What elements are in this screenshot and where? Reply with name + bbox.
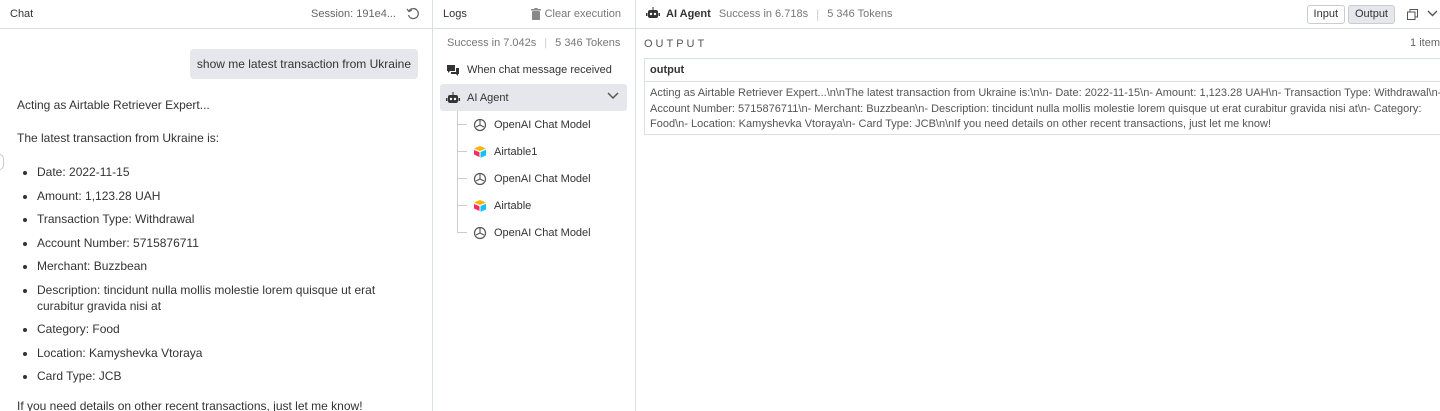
tree-item-airtable1[interactable]: Airtable1 [473, 138, 627, 165]
list-item: Transaction Type: Withdrawal [37, 211, 417, 227]
list-item: Category: Food [37, 321, 417, 337]
agent-output-panel: AI Agent Success in 6.718s | 5 346 Token… [636, 0, 1440, 411]
tree-connector [457, 205, 467, 206]
tree-item-airtable[interactable]: Airtable [473, 192, 627, 219]
openai-icon [473, 118, 487, 132]
list-item: Account Number: 5715876711 [37, 235, 417, 251]
tree-item-openai-chat-model[interactable]: OpenAI Chat Model [473, 165, 627, 192]
chevron-down-icon[interactable] [1427, 10, 1438, 17]
copy-icon[interactable] [1407, 9, 1418, 20]
airtable-icon [473, 145, 487, 159]
tree-connector [457, 232, 467, 233]
tree-item-ai-agent[interactable]: AI Agent [440, 84, 627, 111]
logs-tokens: 5 346 Tokens [555, 37, 621, 49]
agent-status: Success in 6.718s [718, 8, 809, 20]
tree-item-label: When chat message received [467, 63, 612, 76]
output-section-label: OUTPUT [644, 38, 708, 50]
trash-icon [530, 8, 541, 20]
list-item: Merchant: Buzzbean [37, 258, 417, 274]
airtable-icon [473, 199, 487, 213]
reset-icon[interactable] [406, 7, 420, 21]
logs-status-text: Success in 7.042s [447, 37, 537, 49]
clear-execution-label: Clear execution [544, 8, 621, 20]
transaction-details-list: Date: 2022-11-15 Amount: 1,123.28 UAH Tr… [17, 164, 417, 384]
items-count: 1 item [1410, 37, 1440, 49]
tree-item-label: OpenAI Chat Model [494, 118, 591, 131]
logs-title: Logs [443, 8, 467, 20]
output-column-header: output [645, 59, 1440, 82]
output-table: output Acting as Airtable Retriever Expe… [644, 58, 1440, 135]
openai-icon [473, 172, 487, 186]
robot-icon [446, 91, 460, 105]
chat-icon [446, 63, 460, 77]
tree-item-openai-chat-model[interactable]: OpenAI Chat Model [473, 111, 627, 138]
tree-connector [457, 124, 467, 125]
output-tab-button[interactable]: Output [1347, 5, 1395, 24]
openai-icon [473, 226, 487, 240]
tree-item-chat-trigger[interactable]: When chat message received [446, 56, 627, 83]
list-item: Card Type: JCB [37, 368, 417, 384]
bot-outro: If you need details on other recent tran… [17, 398, 363, 411]
tree-connector [457, 178, 467, 179]
logs-status: Success in 7.042s | 5 346 Tokens [447, 37, 620, 49]
list-item: Date: 2022-11-15 [37, 164, 417, 180]
chat-panel: Chat Session: 191e4... show me latest tr… [0, 0, 433, 411]
logs-panel: Logs Clear execution Success in 7.042s |… [433, 0, 636, 411]
tree-item-openai-chat-model[interactable]: OpenAI Chat Model [473, 219, 627, 246]
chat-header: Chat Session: 191e4... [0, 0, 432, 29]
agent-name: AI Agent [666, 8, 711, 20]
tree-connector [457, 111, 458, 233]
resize-handle[interactable] [0, 154, 4, 170]
clear-execution-button[interactable]: Clear execution [530, 8, 621, 20]
bot-intro: Acting as Airtable Retriever Expert... [17, 98, 210, 112]
agent-header: AI Agent Success in 6.718s | 5 346 Token… [636, 0, 1440, 29]
tree-item-label: AI Agent [467, 91, 509, 104]
output-cell: Acting as Airtable Retriever Expert...\n… [650, 87, 1440, 130]
bot-message: Acting as Airtable Retriever Expert... T… [17, 97, 417, 411]
agent-tokens: 5 346 Tokens [827, 8, 893, 20]
logs-header: Logs Clear execution [433, 0, 635, 29]
tree-item-label: Airtable1 [494, 145, 538, 158]
chevron-down-icon[interactable] [607, 92, 619, 100]
input-tab-button[interactable]: Input [1306, 5, 1345, 24]
divider: | [816, 7, 820, 21]
tree-item-label: OpenAI Chat Model [494, 226, 591, 239]
bot-lead: The latest transaction from Ukraine is: [17, 131, 220, 146]
list-item: Amount: 1,123.28 UAH [37, 188, 417, 204]
divider: | [544, 37, 548, 49]
robot-icon [646, 6, 660, 22]
session-id[interactable]: Session: 191e4... [311, 8, 396, 20]
list-item: Location: Kamyshevka Vtoraya [37, 345, 417, 361]
tree-connector [457, 151, 467, 152]
chat-title: Chat [10, 8, 34, 20]
tree-item-label: Airtable [494, 199, 532, 212]
list-item: Description: tincidunt nulla mollis mole… [37, 282, 417, 314]
user-message: show me latest transaction from Ukraine [189, 49, 418, 79]
tree-item-label: OpenAI Chat Model [494, 172, 591, 185]
